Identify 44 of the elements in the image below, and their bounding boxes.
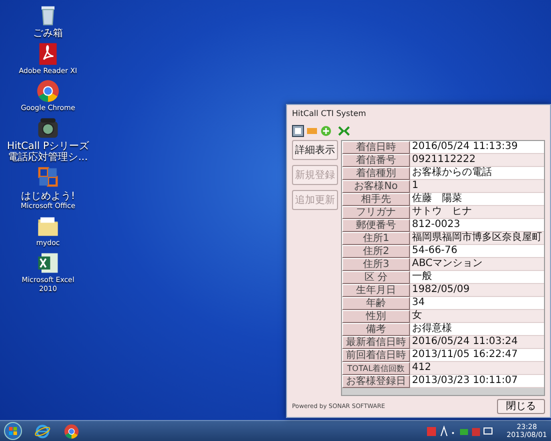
field-label: 区 分 [342,271,410,284]
field-value: お得意様 [410,323,544,336]
tray-icons-drawing[interactable] [426,425,495,437]
view-icon[interactable] [292,125,304,137]
field-value: 2016/05/24 11:03:24 [410,336,544,349]
field-label: 備考 [342,323,410,336]
window-title: HitCall CTI System [291,108,368,120]
field-value: 0921112222 [410,154,544,167]
field-value: 34 [410,297,544,310]
start-button[interactable] [4,422,22,440]
field-value: お客様からの電話 [410,167,544,180]
close-button[interactable]: 閉じる [497,399,545,414]
field-label: 年齢 [342,297,410,310]
field-value: 一般 [410,271,544,284]
icon-label[interactable]: 電話応対管理シ... [8,152,88,163]
field-label: 住所3 [342,258,410,271]
field-value: 2013/03/23 10:11:07 [410,375,544,388]
field-label: 郵便番号 [342,219,410,232]
field-value: 2016/05/24 11:13:39 [410,141,544,154]
field-label: 住所1 [342,232,410,245]
field-value: 佐藤 陽菜 [410,193,544,206]
field-value: 2013/11/05 16:22:47 [410,349,544,362]
chrome-icon[interactable] [35,78,61,104]
field-value: 1982/05/09 [410,284,544,297]
action-button[interactable]: 詳細表示 [292,140,338,160]
field-label: フリガナ [342,206,410,219]
field-value: ABCマンション [410,258,544,271]
field-label: 生年月日 [342,284,410,297]
browser-icon[interactable] [34,422,51,440]
field-value: 福岡県福岡市博多区奈良屋町 [410,232,544,245]
chrome-icon[interactable] [63,422,80,440]
field-value: 54-66-76 [410,245,544,258]
field-value: 412 [410,362,544,375]
field-label: 相手先 [342,193,410,206]
field-label: 性別 [342,310,410,323]
icon-label[interactable]: HitCall Pシリーズ [6,141,90,152]
field-value: サトウ ヒナ [410,206,544,219]
field-value: 812-0023 [410,219,544,232]
field-label: TOTAL着信回数 [342,362,410,375]
icon-label[interactable]: ごみ箱 [33,28,63,39]
icon-label[interactable]: はじめよう! [20,191,75,202]
field-value: 1 [410,180,544,193]
field-value: 女 [410,310,544,323]
field-label: 住所2 [342,245,410,258]
